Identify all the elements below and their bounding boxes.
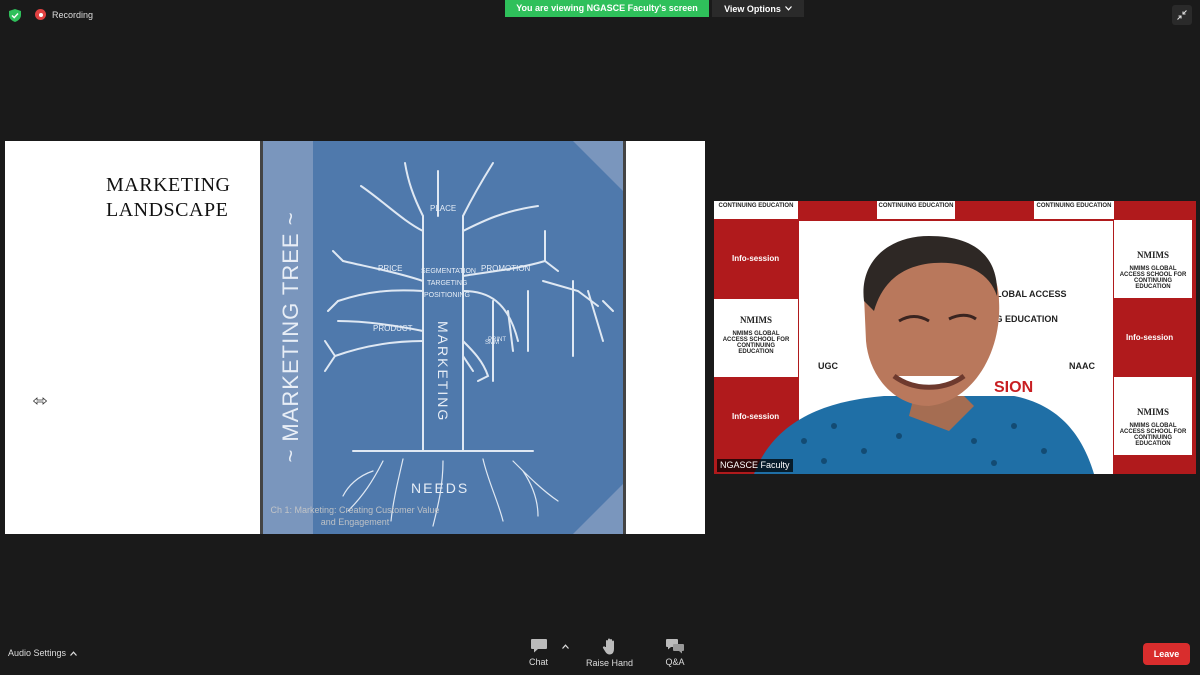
raise-hand-icon xyxy=(602,638,614,655)
recording-indicator[interactable]: Recording xyxy=(35,9,93,20)
tree-label-positioning: POSITIONING xyxy=(424,292,470,299)
audio-settings-label: Audio Settings xyxy=(8,648,67,658)
slide-title-line-2: LANDSCAPE xyxy=(106,199,229,221)
book-corner-ribbon xyxy=(573,141,623,191)
slide-caption-line-1: Ch 1: Marketing: Creating Customer Value xyxy=(270,505,440,515)
audio-settings-button[interactable]: Audio Settings xyxy=(8,648,77,658)
top-bar: Recording You are viewing NGASCE Faculty… xyxy=(0,0,1200,30)
exit-fullscreen-icon xyxy=(1177,10,1187,20)
qa-button[interactable]: Q&A xyxy=(665,638,685,667)
exit-fullscreen-button[interactable] xyxy=(1172,5,1192,25)
slide-caption-line-2: and Engagement xyxy=(320,517,390,527)
participant-name-tag: NGASCE Faculty xyxy=(717,459,793,472)
slide-title-line-1: MARKETING xyxy=(106,174,231,196)
tree-roots-word: NEEDS xyxy=(411,480,469,496)
view-options-label: View Options xyxy=(724,3,781,14)
tree-label-price: PRICE xyxy=(378,264,402,273)
tree-label-product: PRODUCT xyxy=(373,324,413,333)
participant-video[interactable]: CONTINUING EDUCATION CONTINUING EDUCATIO… xyxy=(714,201,1196,474)
qa-label: Q&A xyxy=(665,657,685,667)
qa-icon xyxy=(666,639,684,654)
tree-label-segmentation: SEGMENTATION xyxy=(421,268,476,275)
tree-label-promotion: PROMOTION xyxy=(481,264,531,273)
book-corner-ribbon-bottom xyxy=(573,484,623,534)
chat-options-button[interactable] xyxy=(562,642,569,651)
slide-title: MARKETING LANDSCAPE xyxy=(106,173,231,223)
raise-hand-button[interactable]: Raise Hand xyxy=(586,638,633,668)
shared-screen[interactable]: MARKETING LANDSCAPE ~ MARKETING TREE ~ P… xyxy=(5,141,705,534)
chat-icon xyxy=(530,639,547,653)
raise-hand-label: Raise Hand xyxy=(586,658,634,668)
recording-label: Recording xyxy=(52,9,94,20)
chevron-up-icon xyxy=(70,650,77,656)
tree-label-place: PLACE xyxy=(430,204,456,213)
tree-trunk-word: MARKETING xyxy=(435,321,451,422)
tree-label-targeting: TARGETING xyxy=(427,280,467,287)
viewing-banner: You are viewing NGASCE Faculty's screen xyxy=(505,0,709,17)
recording-icon xyxy=(35,9,46,20)
tree-label-smm: SMM xyxy=(485,340,499,346)
chat-label: Chat xyxy=(529,657,549,667)
view-options-button[interactable]: View Options xyxy=(712,0,804,17)
resize-cursor-icon xyxy=(33,397,47,405)
chevron-up-icon xyxy=(562,644,569,649)
chat-button[interactable]: Chat xyxy=(529,638,548,667)
security-shield-icon[interactable] xyxy=(9,9,21,22)
book-cover-image: ~ MARKETING TREE ~ PLACE PRICE PRODUCT P… xyxy=(260,141,626,534)
book-spine-text: ~ MARKETING TREE ~ xyxy=(278,211,303,463)
leave-button[interactable]: Leave xyxy=(1143,643,1190,665)
book-spine: ~ MARKETING TREE ~ xyxy=(263,141,313,534)
slide-caption: Ch 1: Marketing: Creating Customer Value… xyxy=(255,504,455,528)
chevron-down-icon xyxy=(784,6,792,11)
participant-silhouette xyxy=(754,236,1094,474)
